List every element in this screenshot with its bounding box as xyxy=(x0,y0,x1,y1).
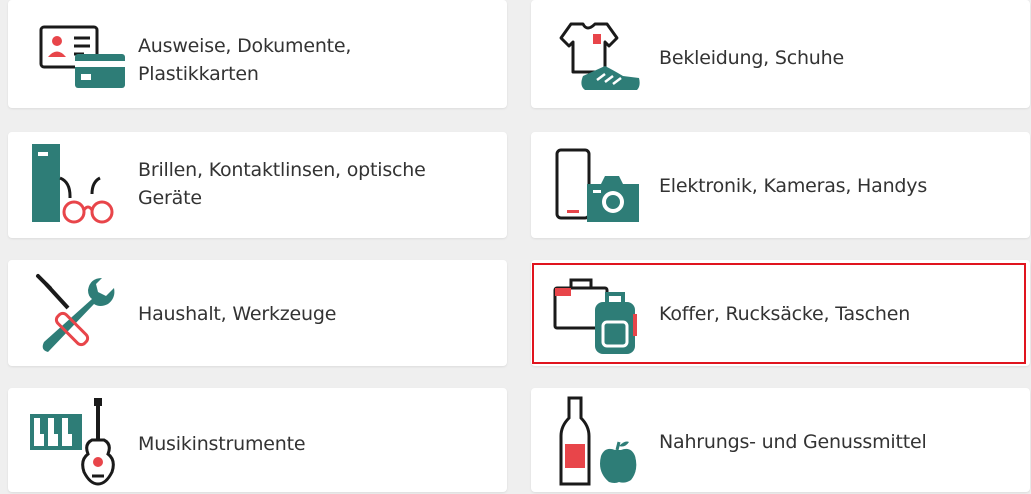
category-label: Musikinstrumente xyxy=(138,433,306,455)
category-label: Ausweise, Dokumente, Plastikkarten xyxy=(138,35,352,85)
phone-camera-icon xyxy=(555,148,639,222)
category-card-nahrung[interactable]: Nahrungs- und Genussmittel xyxy=(531,388,1030,492)
tools-icon xyxy=(36,274,115,352)
suitcase-backpack-icon xyxy=(553,278,637,354)
category-card-brillen[interactable]: Brillen, Kontaktlinsen, optische Geräte xyxy=(8,132,507,238)
category-label: Haushalt, Werkzeuge xyxy=(138,303,337,325)
category-label: Elektronik, Kameras, Handys xyxy=(659,175,928,197)
category-card-haushalt[interactable]: Haushalt, Werkzeuge xyxy=(8,260,507,366)
category-card-elektronik[interactable]: Elektronik, Kameras, Handys xyxy=(531,132,1030,238)
id-card-icon xyxy=(39,25,125,88)
food-drink-icon xyxy=(559,396,637,486)
category-card-bekleidung[interactable]: Bekleidung, Schuhe xyxy=(531,0,1030,108)
category-label: Brillen, Kontaktlinsen, optische Geräte xyxy=(138,159,426,209)
category-card-koffer[interactable]: Koffer, Rucksäcke, Taschen xyxy=(531,260,1030,366)
glasses-icon xyxy=(32,144,114,224)
category-card-ausweise[interactable]: Ausweise, Dokumente, Plastikkarten xyxy=(8,0,507,108)
category-label: Bekleidung, Schuhe xyxy=(659,47,844,69)
clothing-shoe-icon xyxy=(559,22,640,90)
category-label: Koffer, Rucksäcke, Taschen xyxy=(659,303,911,325)
category-label: Nahrungs- und Genussmittel xyxy=(659,431,927,453)
music-instruments-icon xyxy=(30,398,115,486)
category-card-musik[interactable]: Musikinstrumente xyxy=(8,388,507,492)
